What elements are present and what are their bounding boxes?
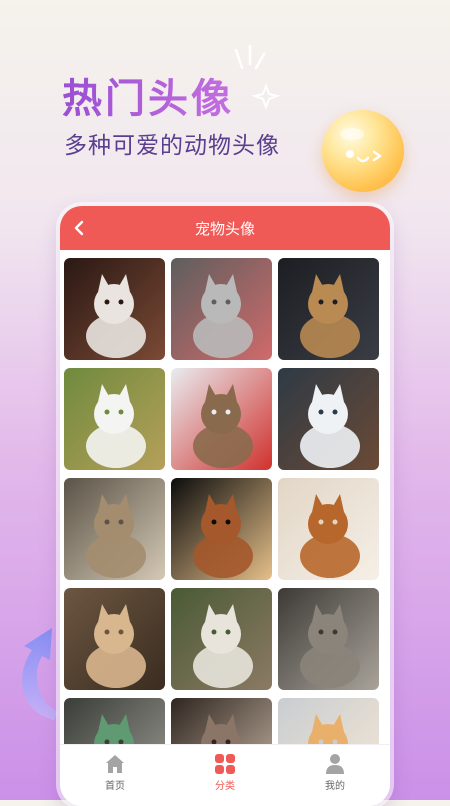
avatar-photo[interactable]	[64, 258, 165, 360]
pet-photo-image	[278, 478, 379, 580]
avatar-photo[interactable]	[64, 478, 165, 580]
avatar-photo[interactable]	[64, 368, 165, 470]
pet-photo-image	[278, 258, 379, 360]
tab-profile-label: 我的	[325, 781, 345, 792]
avatar-photo[interactable]	[171, 478, 272, 580]
wink-emoji-icon	[322, 110, 404, 192]
app-header: 宠物头像	[60, 206, 390, 250]
pet-photo-image	[171, 698, 272, 744]
bottom-tab-bar: 首页 分类 我的	[60, 744, 390, 806]
avatar-photo[interactable]	[171, 258, 272, 360]
avatar-photo[interactable]	[171, 588, 272, 690]
grid-icon	[215, 754, 235, 774]
avatar-photo[interactable]	[64, 588, 165, 690]
avatar-photo[interactable]	[278, 368, 379, 470]
avatar-photo[interactable]	[171, 368, 272, 470]
tab-home-label: 首页	[105, 781, 125, 792]
pet-photo-image	[64, 258, 165, 360]
promo-subheadline: 多种可爱的动物头像	[64, 133, 280, 159]
curved-arrow-icon	[22, 628, 58, 720]
pet-photo-image	[278, 368, 379, 470]
pet-photo-image	[171, 368, 272, 470]
pet-photo-image	[171, 588, 272, 690]
phone-mockup: 宠物头像 首页 分类 我的	[60, 206, 390, 806]
pet-photo-image	[64, 368, 165, 470]
avatar-photo[interactable]	[278, 588, 379, 690]
tab-profile[interactable]: 我的	[305, 753, 365, 792]
avatar-grid	[64, 258, 386, 744]
avatar-photo[interactable]	[64, 698, 165, 744]
pet-photo-image	[278, 588, 379, 690]
pet-photo-image	[278, 698, 379, 744]
user-icon	[326, 754, 344, 774]
pet-photo-image	[64, 698, 165, 744]
sparkle-icon	[234, 44, 281, 110]
tab-category-label: 分类	[215, 781, 235, 792]
avatar-photo[interactable]	[171, 698, 272, 744]
promo-headline: 热门头像	[62, 66, 234, 124]
pet-photo-image	[64, 478, 165, 580]
pet-photo-image	[64, 588, 165, 690]
pet-photo-image	[171, 478, 272, 580]
avatar-photo[interactable]	[278, 698, 379, 744]
avatar-photo[interactable]	[278, 478, 379, 580]
page-title: 宠物头像	[194, 220, 255, 238]
tab-home[interactable]: 首页	[85, 753, 145, 792]
tab-category[interactable]: 分类	[195, 753, 255, 792]
pet-photo-image	[171, 258, 272, 360]
home-icon	[106, 755, 124, 773]
avatar-photo[interactable]	[278, 258, 379, 360]
